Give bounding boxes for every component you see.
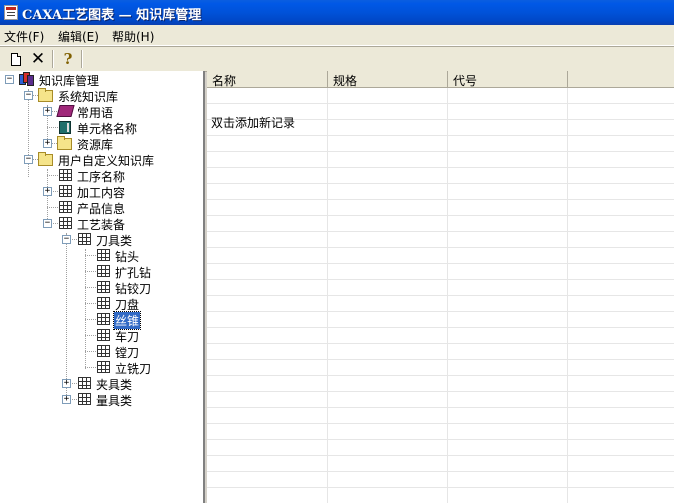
- expand-icon[interactable]: +: [62, 395, 71, 404]
- new-document-icon: [11, 52, 21, 66]
- tree-connector: [85, 367, 96, 368]
- column-header-code[interactable]: 代号: [448, 71, 568, 88]
- column-divider: [327, 88, 328, 503]
- knowledge-base-icon: [19, 72, 34, 86]
- tree-connector: [85, 351, 96, 352]
- help-icon: ?: [63, 50, 73, 68]
- window-title: CAXA工艺图表 — 知识库管理: [22, 8, 202, 23]
- folder-icon: [57, 136, 72, 150]
- table-icon: [59, 201, 72, 213]
- tree-node-boring-tool[interactable]: 镗刀: [0, 343, 203, 360]
- column-header-spec[interactable]: 规格: [328, 71, 448, 88]
- tree-node-cell-names[interactable]: 单元格名称: [0, 119, 203, 136]
- tree-node-system[interactable]: − 系统知识库: [0, 87, 203, 104]
- table-icon: [78, 233, 91, 245]
- table-icon: [78, 377, 91, 389]
- tree-node-end-mill[interactable]: 立铣刀: [0, 359, 203, 376]
- app-icon: [4, 5, 18, 20]
- expand-icon[interactable]: +: [43, 107, 52, 116]
- knowledge-tree[interactable]: − 知识库管理 − 系统知识库 + 常用语 单元格名称 + 资源库 − 用户自定…: [0, 71, 205, 503]
- grid-rows: [207, 88, 674, 503]
- table-icon: [97, 313, 110, 325]
- column-header-name[interactable]: 名称: [207, 71, 328, 88]
- collapse-icon[interactable]: −: [24, 91, 33, 100]
- tree-node-drill-reamer[interactable]: 钻铰刀: [0, 279, 203, 296]
- record-grid[interactable]: 名称 规格 代号 双击添加新记录: [207, 71, 674, 503]
- table-icon: [97, 361, 110, 373]
- tree-node-label[interactable]: 量具类: [95, 392, 133, 409]
- tree-node-product-info[interactable]: 产品信息: [0, 199, 203, 216]
- folder-icon: [38, 152, 53, 166]
- new-document-button[interactable]: [7, 50, 25, 68]
- books-icon: [56, 105, 75, 117]
- folder-icon: [38, 88, 53, 102]
- delete-icon: ✕: [30, 49, 46, 69]
- expand-icon[interactable]: +: [43, 187, 52, 196]
- collapse-icon[interactable]: −: [5, 75, 14, 84]
- toolbar: ✕ ?: [0, 46, 674, 72]
- tree-node-machining[interactable]: + 加工内容: [0, 183, 203, 200]
- book-icon: [59, 121, 71, 134]
- table-icon: [97, 329, 110, 341]
- menu-bar: 文件(F) 编辑(E) 帮助(H): [0, 25, 674, 46]
- table-icon: [97, 249, 110, 261]
- tree-node-process-names[interactable]: 工序名称: [0, 167, 203, 184]
- tree-connector: [47, 175, 58, 176]
- table-icon: [59, 185, 72, 197]
- tree-node-gauges[interactable]: + 量具类: [0, 391, 203, 409]
- toolbar-separator: [52, 50, 54, 68]
- collapse-icon[interactable]: −: [43, 219, 52, 228]
- tree-node-root[interactable]: − 知识库管理: [0, 71, 203, 88]
- tree-connector: [85, 319, 96, 320]
- tree-node-turning-tool[interactable]: 车刀: [0, 327, 203, 344]
- tree-connector: [85, 271, 96, 272]
- table-icon: [97, 345, 110, 357]
- menu-file[interactable]: 文件(F): [4, 28, 44, 45]
- table-icon: [97, 265, 110, 277]
- column-divider: [567, 88, 568, 503]
- menu-help[interactable]: 帮助(H): [112, 28, 154, 45]
- tree-node-drill[interactable]: 钻头: [0, 247, 203, 264]
- delete-button[interactable]: ✕: [29, 50, 47, 68]
- tree-connector: [85, 255, 96, 256]
- tree-node-common-phrases[interactable]: + 常用语: [0, 103, 203, 120]
- tree-node-tap[interactable]: 丝锥: [0, 311, 203, 330]
- tree-node-equipment[interactable]: − 工艺装备: [0, 215, 203, 232]
- menu-edit[interactable]: 编辑(E): [58, 28, 99, 45]
- tree-connector: [85, 335, 96, 336]
- column-divider: [447, 88, 448, 503]
- toolbar-separator: [81, 50, 83, 68]
- table-icon: [78, 393, 91, 405]
- add-record-hint[interactable]: 双击添加新记录: [211, 114, 295, 131]
- table-icon: [59, 217, 72, 229]
- tree-connector: [47, 207, 58, 208]
- table-icon: [97, 297, 110, 309]
- collapse-icon[interactable]: −: [24, 155, 33, 164]
- tree-node-reamer-drill[interactable]: 扩孔钻: [0, 263, 203, 280]
- tree-node-resources[interactable]: + 资源库: [0, 135, 203, 152]
- collapse-icon[interactable]: −: [62, 235, 71, 244]
- tree-node-disc-cutter[interactable]: 刀盘: [0, 295, 203, 312]
- help-button[interactable]: ?: [59, 50, 77, 68]
- tree-connector: [85, 287, 96, 288]
- table-icon: [59, 169, 72, 181]
- tree-connector: [47, 127, 58, 128]
- column-header-blank: [568, 71, 674, 88]
- tree-node-fixtures[interactable]: + 夹具类: [0, 375, 203, 392]
- tree-node-cutters[interactable]: − 刀具类: [0, 231, 203, 248]
- table-icon: [97, 281, 110, 293]
- expand-icon[interactable]: +: [62, 379, 71, 388]
- tree-node-user[interactable]: − 用户自定义知识库: [0, 151, 203, 168]
- expand-icon[interactable]: +: [43, 139, 52, 148]
- tree-connector: [85, 303, 96, 304]
- title-bar: CAXA工艺图表 — 知识库管理: [0, 0, 674, 25]
